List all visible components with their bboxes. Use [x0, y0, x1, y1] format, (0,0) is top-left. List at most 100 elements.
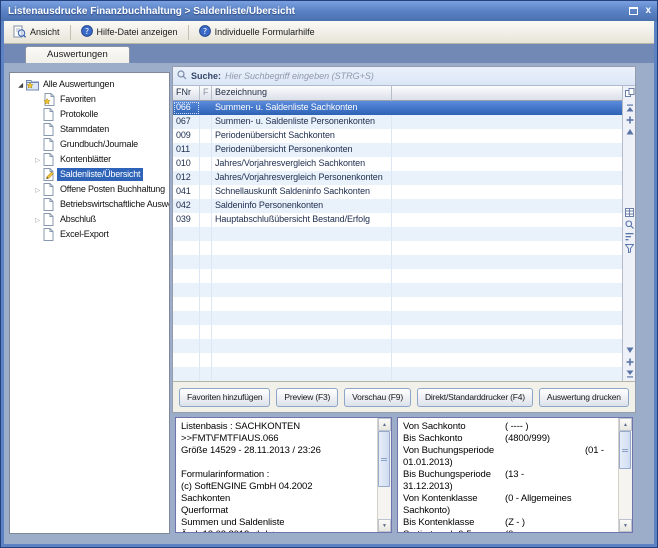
scroll-thumb[interactable] [619, 431, 631, 469]
expand-arrow-icon[interactable]: ▷ [32, 186, 43, 194]
info-line: Sachkonten [181, 493, 375, 505]
scroll-bottom-icon[interactable] [624, 369, 635, 378]
table-row[interactable]: 042Saldeninfo Personenkonten [173, 199, 622, 213]
table-row[interactable]: 012Jahres/Vorjahresvergleich Personenkon… [173, 171, 622, 185]
tree-item-kontenblätter[interactable]: ▷Kontenblätter [10, 152, 169, 167]
table-row[interactable]: 041Schnellauskunft Saldeninfo Sachkonten [173, 185, 622, 199]
collapse-arrow-icon[interactable]: ◢ [15, 81, 26, 89]
hilfe-datei-anzeigen-button[interactable]: ? Hilfe-Datei anzeigen [76, 23, 183, 41]
cell-extra [392, 325, 622, 339]
doc-star-icon [43, 93, 57, 106]
table-row[interactable]: 011Periodenübersicht Personenkonten [173, 143, 622, 157]
cell-extra [392, 227, 622, 241]
tree-item-abschluß[interactable]: ▷Abschluß [10, 212, 169, 227]
scroll-top-icon[interactable] [624, 103, 635, 112]
column-header-extra[interactable] [392, 86, 622, 101]
expand-arrow-icon[interactable]: ▷ [32, 216, 43, 224]
tab-strip: Auswertungen [4, 44, 654, 63]
info-line: (c) SoftENGINE GmbH 04.2002 [181, 481, 375, 493]
empty-row[interactable] [173, 269, 622, 283]
cell-f [200, 311, 212, 325]
table-row[interactable]: 010Jahres/Vorjahresvergleich Sachkonten [173, 157, 622, 171]
scroll-up-button[interactable]: ▲ [619, 418, 632, 431]
search-input[interactable] [225, 70, 631, 83]
empty-row[interactable] [173, 311, 622, 325]
cell-extra [392, 213, 622, 227]
tree-item-excel-export[interactable]: Excel-Export [10, 227, 169, 242]
empty-row[interactable] [173, 241, 622, 255]
empty-row[interactable] [173, 283, 622, 297]
doc-icon [43, 213, 57, 226]
cell-bezeichnung: Jahres/Vorjahresvergleich Sachkonten [212, 157, 392, 171]
empty-row[interactable] [173, 339, 622, 353]
add-icon[interactable] [624, 357, 635, 366]
cell-f [200, 171, 212, 185]
add-icon[interactable] [624, 115, 635, 124]
table-row[interactable]: 067Summen- u. Saldenliste Personenkonten [173, 115, 622, 129]
cell-f [200, 353, 212, 367]
cell-extra [392, 311, 622, 325]
favoriten-hinzufügen-button[interactable]: Favoriten hinzufügen [179, 388, 270, 407]
cell-f [200, 367, 212, 381]
tree-item-stammdaten[interactable]: Stammdaten [10, 122, 169, 137]
empty-row[interactable] [173, 297, 622, 311]
tree-item-favoriten[interactable]: Favoriten [10, 92, 169, 107]
tree-item-label: Favoriten [57, 93, 99, 106]
cell-extra [392, 353, 622, 367]
individuelle-formularhilfe-button[interactable]: ? Individuelle Formularhilfe [194, 23, 320, 41]
scroll-up-icon[interactable] [624, 127, 635, 136]
scroll-up-button[interactable]: ▲ [378, 418, 391, 431]
info-line: Formularinformation : [181, 469, 375, 481]
cell-extra [392, 339, 622, 353]
card-view-icon[interactable] [624, 208, 635, 217]
tree-item-alle-auswertungen[interactable]: ◢Alle Auswertungen [10, 77, 169, 92]
tab-auswertungen[interactable]: Auswertungen [25, 46, 130, 63]
cell-fnr: 042 [173, 199, 200, 213]
column-header-f[interactable]: F [200, 86, 212, 101]
empty-row[interactable] [173, 367, 622, 381]
empty-row[interactable] [173, 353, 622, 367]
toolbar-separator [70, 25, 71, 40]
tree-item-betriebswirtschaftliche-auswertungen[interactable]: Betriebswirtschaftliche Auswertungen [10, 197, 169, 212]
sort-icon[interactable] [624, 232, 635, 241]
expand-arrow-icon[interactable]: ▷ [32, 156, 43, 164]
info-right-scrollbar[interactable]: ▲ ▼ [618, 418, 632, 532]
table-row[interactable]: 039Hauptabschlußübersicht Bestand/Erfolg [173, 213, 622, 227]
empty-row[interactable] [173, 227, 622, 241]
vorschau-f9-button[interactable]: Vorschau (F9) [344, 388, 411, 407]
tree-item-offene-posten-buchhaltung[interactable]: ▷Offene Posten Buchhaltung [10, 182, 169, 197]
auswertung-drucken-button[interactable]: Auswertung drucken [539, 388, 629, 407]
cell-extra [392, 269, 622, 283]
column-header-fnr[interactable]: FNr [173, 86, 200, 101]
ansicht-button[interactable]: Ansicht [8, 23, 65, 42]
tree-item-grundbuch-journale[interactable]: Grundbuch/Journale [10, 137, 169, 152]
info-left-scrollbar[interactable]: ▲ ▼ [377, 418, 391, 532]
scroll-thumb[interactable] [378, 431, 390, 487]
column-chooser-icon[interactable] [624, 88, 635, 97]
cell-extra [392, 115, 622, 129]
direkt-standarddrucker-f4-button[interactable]: Direkt/Standarddrucker (F4) [417, 388, 533, 407]
tree-item-protokolle[interactable]: Protokolle [10, 107, 169, 122]
preview-f3-button[interactable]: Preview (F3) [276, 388, 338, 407]
zoom-icon[interactable] [624, 220, 635, 229]
cell-bezeichnung: Hauptabschlußübersicht Bestand/Erfolg [212, 213, 392, 227]
search-icon [177, 67, 187, 85]
filter-icon[interactable] [624, 244, 635, 253]
cell-f [200, 339, 212, 353]
empty-row[interactable] [173, 325, 622, 339]
table-row[interactable]: 009Periodenübersicht Sachkonten [173, 129, 622, 143]
scroll-down-button[interactable]: ▼ [619, 519, 632, 532]
restore-icon[interactable] [629, 7, 638, 15]
scroll-down-button[interactable]: ▼ [378, 519, 391, 532]
scroll-down-icon[interactable] [624, 345, 635, 354]
column-header-bezeichnung[interactable]: Bezeichnung [212, 86, 392, 101]
info-line: Querformat [181, 505, 375, 517]
close-icon[interactable]: x [645, 6, 651, 16]
table-row[interactable]: 066Summen- u. Saldenliste Sachkonten [173, 101, 622, 115]
cell-fnr [173, 297, 200, 311]
cell-f [200, 101, 212, 115]
tree-item-saldenliste-übersicht[interactable]: Saldenliste/Übersicht [10, 167, 169, 182]
cell-f [200, 157, 212, 171]
cell-bezeichnung [212, 367, 392, 381]
empty-row[interactable] [173, 255, 622, 269]
